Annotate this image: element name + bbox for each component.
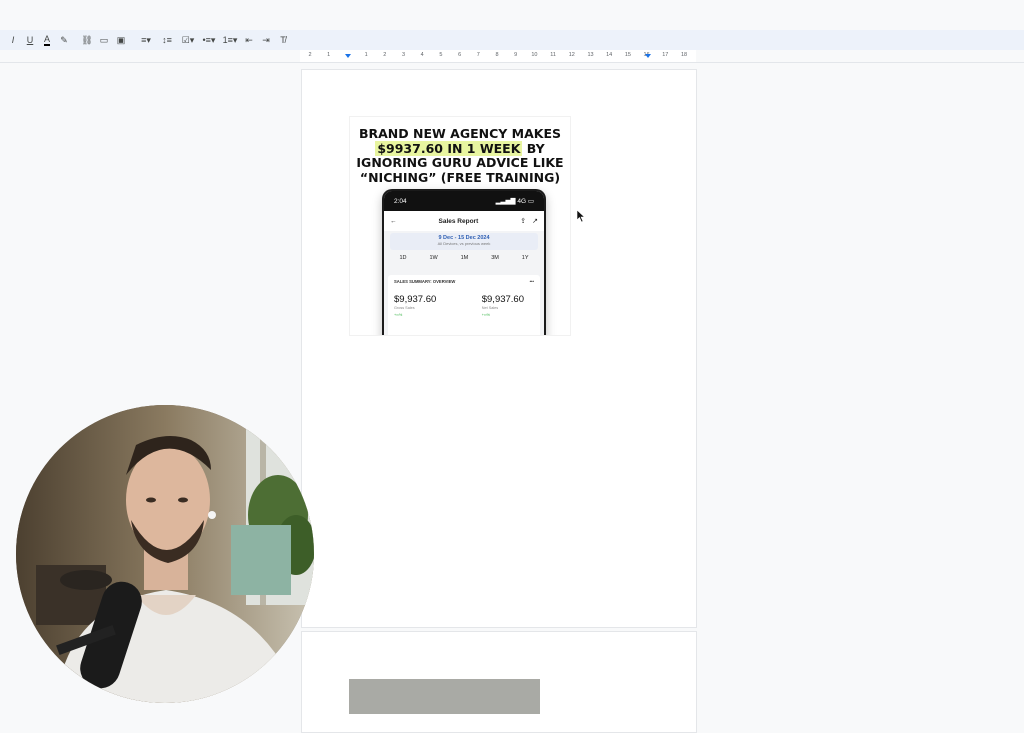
- numbered-list-button[interactable]: 1≡▾: [220, 32, 240, 48]
- comment-icon: ▭: [99, 34, 109, 45]
- ruler[interactable]: 2 1 1 2 3 4 5 6 7 8 9 10 11 12 13 14 15 16 17 18: [0, 50, 1024, 63]
- clear-formatting-button[interactable]: T̸: [275, 32, 291, 48]
- phone-signal: ▂▃▅▇ 4G ▭: [495, 198, 534, 205]
- back-arrow-icon: ←: [390, 217, 397, 225]
- ruler-number: 6: [458, 52, 462, 58]
- bulleted-list-button[interactable]: •≡▾: [199, 32, 219, 48]
- headline-highlight: $9937.60 IN 1 WEEK: [375, 140, 523, 156]
- ruler-number: 3: [401, 52, 406, 58]
- highlight-button[interactable]: ✎: [56, 32, 72, 48]
- insert-image-button[interactable]: ▣: [113, 32, 129, 48]
- metric-value: $9,937.60: [394, 294, 437, 305]
- phone-status-bar: 2:04 ▂▃▅▇ 4G ▭: [384, 191, 544, 211]
- phone-nav-bar: ← Sales Report ⇪ ↗: [384, 211, 544, 231]
- ruler-number: 4: [420, 52, 424, 58]
- comment-button[interactable]: ▭: [96, 32, 112, 48]
- trend-icon: ↗: [532, 218, 538, 225]
- metric-gross: $9,937.60 Gross Sales +∞%: [394, 294, 436, 317]
- period-1w: 1W: [429, 255, 438, 261]
- decrease-indent-button[interactable]: ⇤: [241, 32, 257, 48]
- decrease-indent-icon: ⇤: [245, 34, 253, 45]
- line-spacing-icon: ↕≡: [162, 35, 172, 45]
- headline-line-3: IGNORING GURU ADVICE LIKE: [356, 155, 564, 170]
- phone-mockup: 2:04 ▂▃▅▇ 4G ▭ ← Sales Report ⇪ ↗ 9 Dec -…: [382, 189, 546, 335]
- period-1d: 1D: [399, 255, 407, 261]
- align-icon: ≡▾: [141, 34, 151, 45]
- underline-icon: U: [26, 35, 34, 45]
- ruler-number: 18: [680, 52, 688, 58]
- ruler-number: 1: [327, 52, 331, 58]
- metric-label: Gross Sales: [394, 306, 415, 310]
- sales-summary-card: SALES SUMMARY: OVERVIEW ••• $9,937.60 Gr…: [388, 275, 540, 335]
- ruler-number: 5: [439, 52, 443, 58]
- numbered-list-icon: 1≡▾: [222, 34, 238, 45]
- top-chrome: [0, 0, 1024, 30]
- ruler-number: 2: [383, 52, 387, 58]
- ruler-number: 13: [587, 52, 594, 58]
- metric-label: Net Sales: [481, 306, 499, 310]
- text-color-button[interactable]: A: [39, 32, 55, 48]
- period-1m: 1M: [460, 255, 469, 261]
- ruler-number: 10: [531, 52, 538, 58]
- ruler-number: 8: [495, 52, 499, 58]
- italic-icon: I: [11, 35, 15, 45]
- ruler-number: 9: [514, 52, 518, 58]
- headline-line-1: BRAND NEW AGENCY MAKES: [358, 126, 561, 141]
- metric-net: $9,937.60 Net Sales +∞%: [482, 294, 524, 317]
- date-range-box: 9 Dec - 15 Dec 2024 All Devices, vs prev…: [390, 233, 538, 250]
- line-spacing-button[interactable]: ↕≡: [157, 32, 177, 48]
- bulleted-list-icon: •≡▾: [202, 34, 216, 45]
- ruler-number: 2: [308, 52, 312, 58]
- link-icon: ⛓: [81, 34, 93, 45]
- mouse-cursor-icon: [576, 209, 586, 223]
- ruler-number: 7: [476, 52, 480, 58]
- right-indent-marker[interactable]: [645, 54, 651, 58]
- headline-line-4: “NICHING” (FREE TRAINING): [359, 169, 561, 185]
- phone-time: 2:04: [394, 197, 407, 205]
- increase-indent-icon: ⇥: [262, 34, 270, 45]
- checklist-button[interactable]: ☑▾: [178, 32, 198, 48]
- presenter-video-icon: [16, 405, 314, 703]
- formatting-toolbar: I U A ✎ ⛓ ▭ ▣ ≡▾ ↕≡ ☑▾ •≡▾ 1≡▾ ⇤ ⇥ T̸: [0, 30, 1024, 50]
- link-button[interactable]: ⛓: [79, 32, 95, 48]
- period-1y: 1Y: [521, 255, 529, 261]
- checklist-icon: ☑▾: [181, 34, 195, 45]
- ruler-number: 14: [606, 52, 613, 58]
- webcam-overlay: [16, 405, 314, 703]
- underline-button[interactable]: U: [22, 32, 38, 48]
- page-2-image[interactable]: [349, 679, 540, 714]
- ad-image[interactable]: BRAND NEW AGENCY MAKES $9937.60 IN 1 WEE…: [350, 117, 570, 335]
- increase-indent-button[interactable]: ⇥: [258, 32, 274, 48]
- highlight-icon: ✎: [60, 34, 68, 45]
- left-indent-marker[interactable]: [345, 54, 351, 58]
- metric-change: +∞%: [481, 313, 491, 317]
- ad-headline: BRAND NEW AGENCY MAKES $9937.60 IN 1 WEE…: [350, 126, 570, 185]
- period-3m: 3M: [491, 255, 499, 261]
- headline-after-highlight: BY: [522, 140, 545, 156]
- date-range: 9 Dec - 15 Dec 2024: [438, 235, 490, 241]
- italic-button[interactable]: I: [5, 32, 21, 48]
- metric-value: $9,937.60: [481, 294, 524, 305]
- sales-report-title: Sales Report: [438, 217, 479, 225]
- summary-title: SALES SUMMARY: OVERVIEW: [394, 279, 456, 284]
- more-icon: •••: [529, 279, 534, 284]
- date-subtitle: All Devices, vs previous week: [437, 241, 491, 246]
- ruler-number: 15: [624, 52, 631, 58]
- align-button[interactable]: ≡▾: [136, 32, 156, 48]
- clear-formatting-icon: T̸: [280, 35, 286, 45]
- image-icon: ▣: [116, 34, 126, 45]
- ruler-number: 17: [662, 52, 669, 58]
- metric-change: +∞%: [394, 313, 403, 317]
- ruler-number: 11: [550, 52, 556, 58]
- headline-line-2: $9937.60 IN 1 WEEK BY: [350, 140, 570, 157]
- ruler-number: 12: [568, 52, 575, 58]
- signal-label: 4G: [517, 198, 527, 205]
- share-icon: ⇪: [520, 218, 527, 225]
- period-selector: 1D 1W 1M 3M 1Y: [384, 250, 544, 267]
- ruler-number: 1: [364, 52, 368, 58]
- text-color-icon: A: [43, 33, 50, 46]
